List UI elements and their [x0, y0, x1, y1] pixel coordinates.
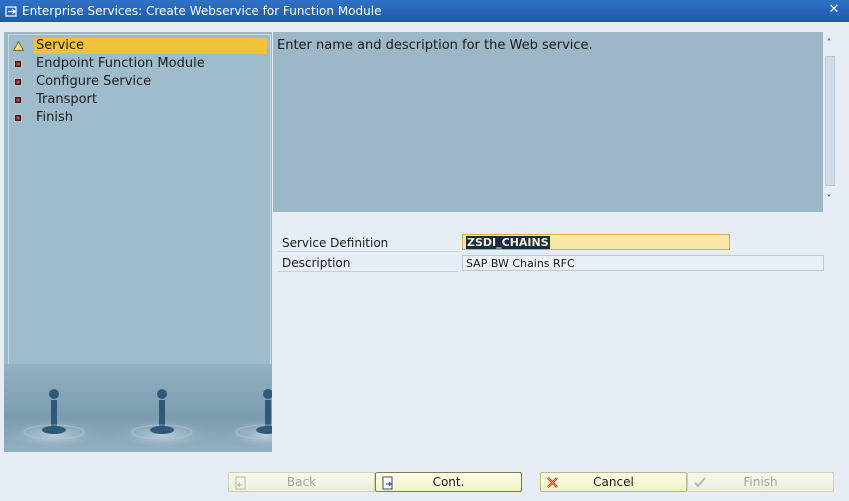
- description-field[interactable]: SAP BW Chains RFC: [462, 255, 824, 271]
- roadmap-step-label: Service: [34, 37, 267, 54]
- warning-triangle-icon: [12, 40, 24, 52]
- window-title-bar: Enterprise Services: Create Webservice f…: [0, 0, 849, 22]
- description-label: Description: [282, 256, 351, 270]
- cancel-label: Cancel: [593, 475, 634, 489]
- roadmap-step-label: Endpoint Function Module: [36, 56, 205, 71]
- step-bullet-icon: [12, 112, 24, 124]
- roadmap-step-label: Configure Service: [36, 74, 152, 89]
- finish-label: Finish: [743, 475, 778, 489]
- step-bullet-icon: [12, 94, 24, 106]
- scroll-up-icon[interactable]: ˄: [823, 38, 835, 50]
- cancel-button[interactable]: Cancel: [540, 472, 687, 492]
- roadmap-panel: Service Endpoint Function Module Configu…: [4, 32, 272, 452]
- continue-label: Cont.: [432, 475, 465, 489]
- back-button[interactable]: Back: [228, 472, 375, 492]
- finish-button[interactable]: Finish: [687, 472, 834, 492]
- roadmap-step-list: Service Endpoint Function Module Configu…: [8, 34, 271, 368]
- scroll-down-icon[interactable]: ˅: [823, 194, 835, 206]
- service-definition-label: Service Definition: [282, 236, 389, 250]
- finish-check-icon: [692, 475, 707, 490]
- roadmap-step-finish[interactable]: Finish: [9, 109, 267, 126]
- service-definition-value: ZSDI_CHAINS: [466, 236, 550, 249]
- continue-icon: [380, 475, 395, 490]
- service-definition-field[interactable]: ZSDI_CHAINS: [462, 234, 730, 250]
- roadmap-step-transport[interactable]: Transport: [9, 91, 267, 108]
- roadmap-step-label: Transport: [36, 92, 98, 107]
- divider: [278, 271, 458, 272]
- cancel-x-icon: [545, 475, 560, 490]
- info-panel: Enter name and description for the Web s…: [273, 32, 823, 212]
- back-label: Back: [286, 475, 317, 489]
- continue-button[interactable]: Cont.: [375, 472, 522, 492]
- back-icon: [233, 475, 248, 490]
- info-text: Enter name and description for the Web s…: [277, 38, 593, 53]
- roadmap-step-configure-service[interactable]: Configure Service: [9, 73, 267, 90]
- roadmap-step-endpoint-function-module[interactable]: Endpoint Function Module: [9, 55, 267, 72]
- step-bullet-icon: [12, 76, 24, 88]
- divider: [278, 251, 458, 252]
- window-app-icon: [4, 4, 18, 18]
- step-bullet-icon: [12, 58, 24, 70]
- info-scrollbar[interactable]: ˄ ˅: [823, 32, 835, 212]
- scrollbar-thumb[interactable]: [825, 56, 835, 186]
- close-icon[interactable]: ✕: [827, 3, 841, 17]
- roadmap-step-service[interactable]: Service: [9, 37, 267, 54]
- roadmap-step-label: Finish: [36, 110, 74, 125]
- water-drop-background-image: [4, 364, 272, 452]
- window-title: Enterprise Services: Create Webservice f…: [22, 4, 382, 18]
